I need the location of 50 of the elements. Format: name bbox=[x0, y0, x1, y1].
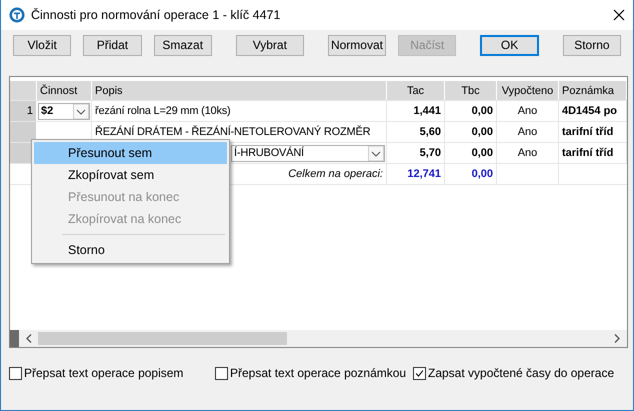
row-header[interactable]: 1 bbox=[10, 101, 37, 121]
app-logo-icon bbox=[9, 7, 25, 23]
window-title: Činnosti pro normování operace 1 - klíč 4471 bbox=[31, 8, 282, 22]
toolbar-button[interactable]: Vložit bbox=[13, 34, 72, 56]
toolbar-button[interactable]: Normovat bbox=[328, 34, 386, 56]
activity-combo[interactable]: $2 bbox=[38, 102, 90, 120]
checkbox[interactable] bbox=[413, 366, 426, 380]
scroll-left-icon[interactable] bbox=[26, 334, 32, 343]
toolbar-button[interactable]: Smazat bbox=[154, 34, 212, 56]
toolbar-button[interactable]: Přidat bbox=[83, 34, 142, 56]
total-value: 12,741 bbox=[387, 164, 445, 184]
column-header[interactable]: Vypočteno bbox=[497, 81, 559, 100]
table-cell: 5,70 bbox=[387, 143, 445, 163]
toolbar-button[interactable]: Storno bbox=[562, 34, 622, 56]
menu-item[interactable]: Storno bbox=[34, 239, 227, 261]
checkbox[interactable] bbox=[9, 366, 22, 380]
table-cell: Ano bbox=[497, 143, 559, 163]
checkbox[interactable] bbox=[215, 366, 228, 380]
toolbar-button[interactable]: Vybrat bbox=[236, 34, 304, 56]
horizontal-scrollbar[interactable] bbox=[10, 330, 627, 347]
column-header[interactable]: Tbc bbox=[445, 81, 497, 100]
column-header[interactable]: Popis bbox=[92, 81, 387, 100]
checkbox-label[interactable]: Zapsat vypočtené časy do operace bbox=[428, 366, 614, 380]
table-cell: Ano bbox=[497, 122, 559, 142]
row-number: 1 bbox=[26, 105, 33, 117]
description-combo[interactable]: Í-HRUBOVÁNÍ bbox=[231, 144, 385, 162]
caret-icon[interactable] bbox=[368, 146, 384, 160]
table-cell: 1,441 bbox=[387, 101, 445, 121]
scroll-right-icon[interactable] bbox=[614, 334, 620, 343]
checkbox-label[interactable]: Přepsat text operace popisem bbox=[24, 366, 184, 380]
table-cell: 5,60 bbox=[387, 122, 445, 142]
table-cell: tarifní tříd bbox=[559, 122, 627, 142]
table-cell: tarifní tříd bbox=[559, 143, 627, 163]
table-cell: 0,00 bbox=[445, 143, 497, 163]
table-cell: Ano bbox=[497, 101, 559, 121]
checkbox-label[interactable]: Přepsat text operace poznámkou bbox=[230, 366, 406, 380]
total-value: 0,00 bbox=[445, 164, 497, 184]
column-header[interactable]: Tac bbox=[387, 81, 445, 100]
menu-item[interactable]: Přesunout sem bbox=[34, 142, 227, 164]
column-header[interactable]: Poznámka bbox=[559, 81, 627, 100]
caret-icon[interactable] bbox=[73, 104, 89, 118]
column-header[interactable]: Činnost bbox=[37, 81, 92, 100]
table-cell: 4D1454 po bbox=[559, 101, 627, 121]
table-cell: 0,00 bbox=[445, 101, 497, 121]
table-cell: řezání rolna L=29 mm (10ks) bbox=[92, 101, 387, 121]
toolbar-button[interactable]: OK bbox=[480, 34, 539, 56]
scrollbar-thumb[interactable] bbox=[38, 332, 287, 345]
close-icon[interactable] bbox=[613, 9, 625, 21]
table-cell: 0,00 bbox=[445, 122, 497, 142]
scrollbar-edge bbox=[10, 330, 19, 347]
